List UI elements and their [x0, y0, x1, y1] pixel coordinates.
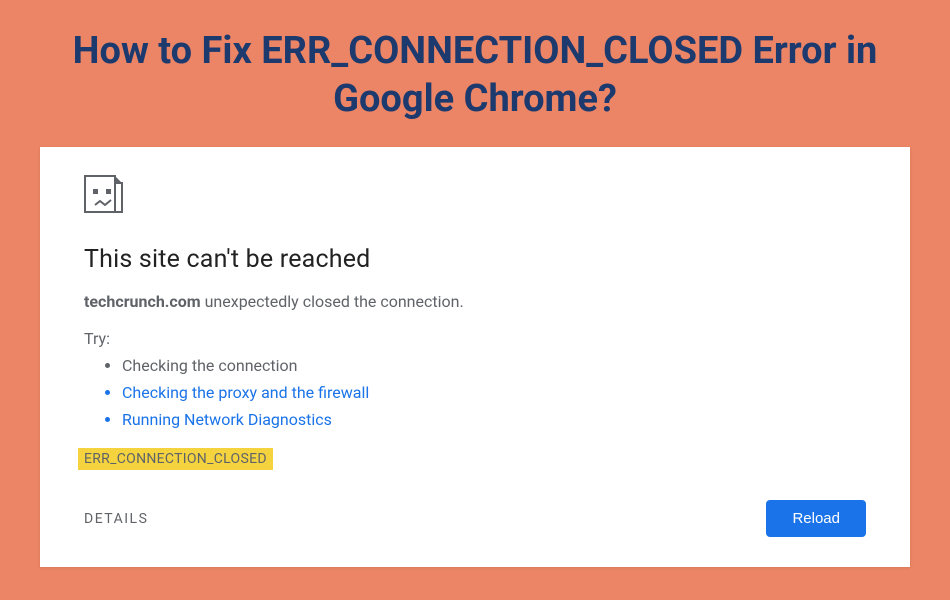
- suggestion-check-connection: Checking the connection: [122, 352, 866, 379]
- error-code: ERR_CONNECTION_CLOSED: [78, 448, 273, 470]
- suggestion-proxy-firewall[interactable]: Checking the proxy and the firewall: [122, 379, 866, 406]
- details-button[interactable]: DETAILS: [84, 511, 148, 527]
- suggestions-list: Checking the connection Checking the pro…: [84, 352, 866, 434]
- error-domain: techcrunch.com: [84, 292, 201, 311]
- sad-page-icon: [84, 175, 866, 245]
- error-heading: This site can't be reached: [84, 245, 866, 274]
- error-message-text: unexpectedly closed the connection.: [201, 292, 464, 311]
- error-footer: DETAILS Reload: [84, 500, 866, 537]
- article-title: How to Fix ERR_CONNECTION_CLOSED Error i…: [0, 28, 950, 123]
- reload-button[interactable]: Reload: [766, 500, 866, 537]
- error-message: techcrunch.com unexpectedly closed the c…: [84, 292, 866, 311]
- suggestion-network-diagnostics[interactable]: Running Network Diagnostics: [122, 406, 866, 433]
- try-label: Try:: [84, 329, 866, 348]
- chrome-error-page: This site can't be reached techcrunch.co…: [40, 147, 910, 567]
